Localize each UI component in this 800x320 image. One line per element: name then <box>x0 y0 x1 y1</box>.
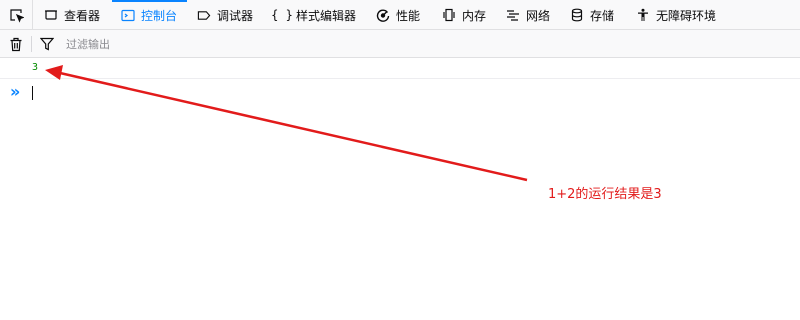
annotation-text: 1+2的运行结果是3 <box>548 187 662 202</box>
devtools-window: 查看器 控制台 调试器 { } 样式编辑器 性能 内存 网络 存储 无障碍环境 … <box>0 0 800 320</box>
annotation-arrow <box>45 65 528 182</box>
